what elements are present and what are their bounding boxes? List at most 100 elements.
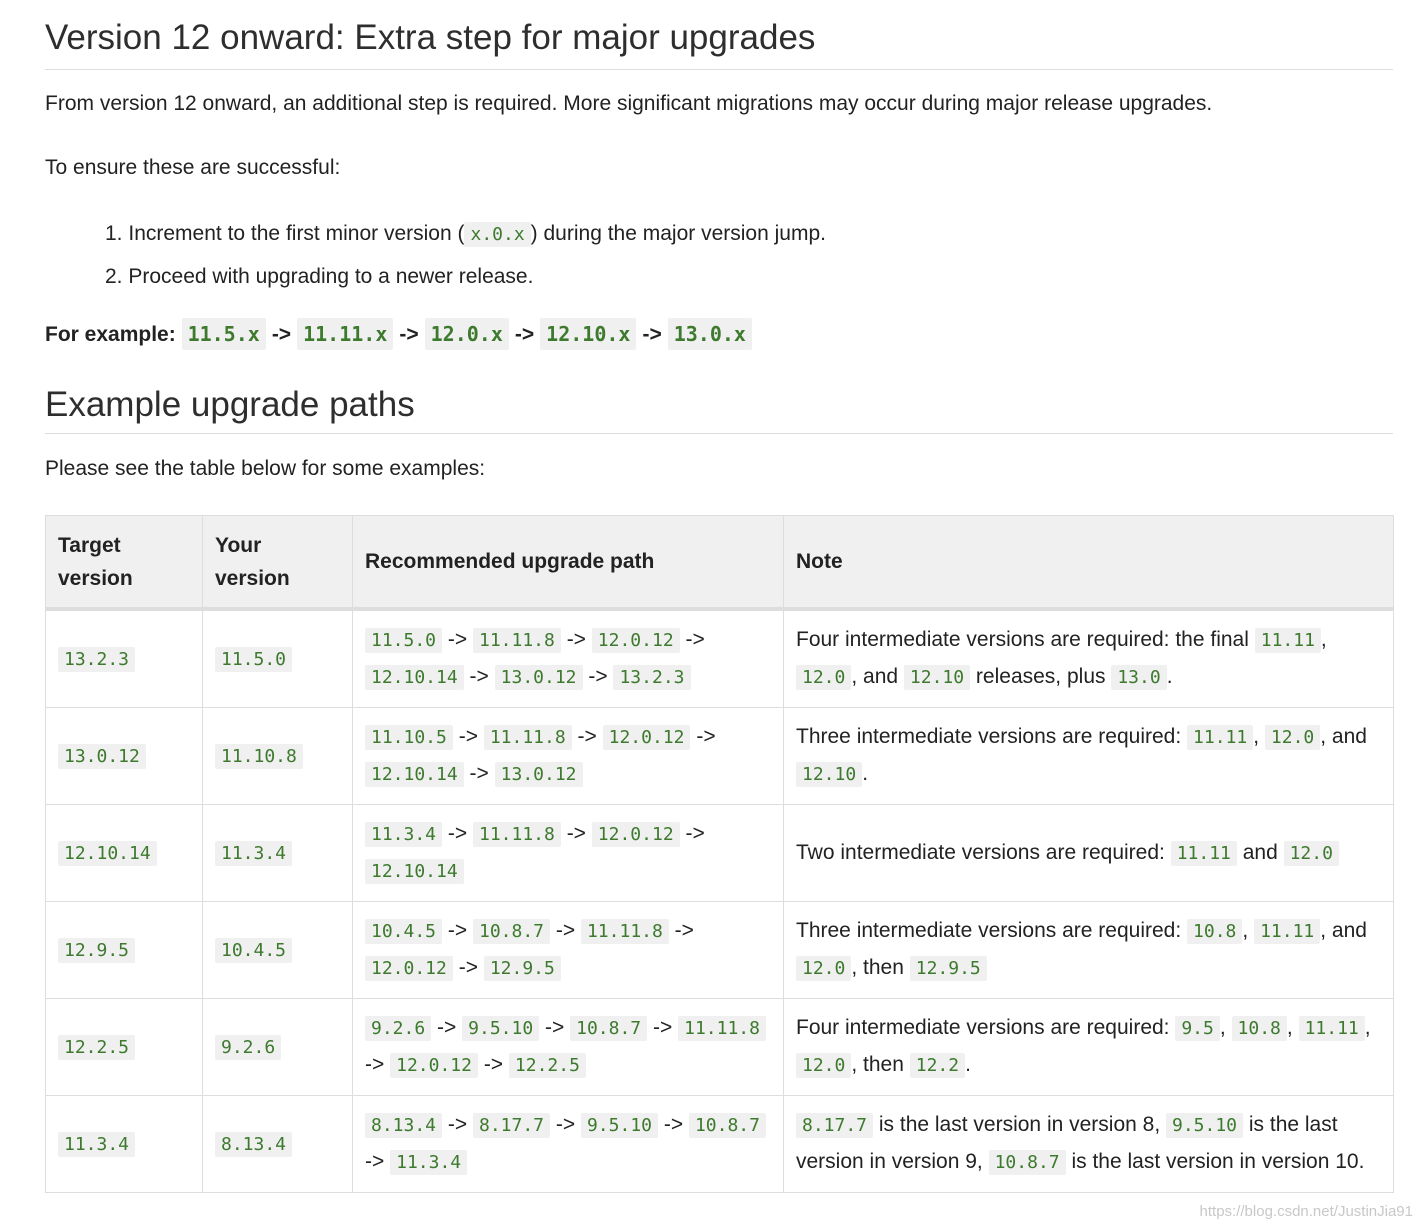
table-row: 12.9.5 10.4.5 10.4.5 -> 10.8.7 -> 11.11.8 … — [45, 901, 1394, 999]
version-code: 12.0.x — [424, 318, 509, 350]
upgrade-paths-table: Target version Your version Recommended … — [45, 515, 1394, 1193]
note-text: releases, plus — [970, 665, 1112, 688]
version-code: 13.2.3 — [613, 665, 691, 690]
cell-upgrade-path: 10.4.5 -> 10.8.7 -> 11.11.8 -> 12.0.12 -… — [352, 901, 784, 999]
arrow-separator: -> — [399, 323, 419, 346]
arrow-separator: -> — [514, 323, 535, 346]
document: Version 12 onward: Extra step for major … — [45, 0, 1394, 1193]
version-code: 11.3.4 — [58, 1131, 136, 1157]
version-code: 12.2 — [909, 1053, 966, 1078]
version-code: 9.2.6 — [215, 1034, 282, 1060]
version-code: 9.5.10 — [1166, 1113, 1244, 1138]
example-version-chain: 11.5.x -> 11.11.x -> 12.0.x -> 12.10.x -> 13.0.x — [181, 318, 752, 350]
cell-upgrade-path: 11.5.0 -> 11.11.8 -> 12.0.12 -> 12.10.14… — [352, 608, 784, 708]
arrow-separator: -> — [447, 822, 468, 845]
arrow-separator: -> — [696, 725, 716, 748]
arrow-separator: -> — [555, 1113, 576, 1136]
note-text: . — [965, 1053, 971, 1076]
version-code: 13.0.x — [667, 318, 752, 350]
note-text: . — [1166, 665, 1173, 688]
cell-your-version: 11.3.4 — [202, 804, 353, 902]
note-text: Three intermediate versions are required… — [796, 919, 1188, 942]
cell-target-version: 13.2.3 — [45, 608, 203, 708]
step-text: Proceed with upgrading to a newer releas… — [128, 265, 534, 288]
note-text: is the last version in version 8, — [873, 1113, 1166, 1136]
header-note: Note — [783, 515, 1394, 611]
arrow-separator: -> — [577, 725, 597, 748]
version-code: 8.13.4 — [365, 1113, 443, 1138]
arrow-separator: -> — [653, 1016, 673, 1039]
cell-upgrade-path: 11.3.4 -> 11.11.8 -> 12.0.12 -> 12.10.14 — [352, 804, 784, 902]
version-code: 13.0.12 — [494, 762, 583, 787]
version-code: 12.0 — [1283, 840, 1339, 866]
version-code: 13.2.3 — [58, 646, 136, 672]
table-row: 12.2.5 9.2.6 9.2.6 -> 9.5.10 -> 10.8.7 -> … — [45, 998, 1394, 1096]
version-code: 11.3.4 — [215, 840, 293, 866]
watermark: https://blog.csdn.net/JustinJia91 — [1199, 1203, 1413, 1220]
note-text: , — [1320, 628, 1327, 651]
cell-target-version: 12.9.5 — [45, 901, 203, 999]
note-text: and — [1236, 840, 1284, 864]
steps-list: 1. Increment to the first minor version … — [45, 219, 1393, 292]
section-heading-example-paths: Example upgrade paths — [45, 383, 1393, 434]
version-code: 8.13.4 — [215, 1131, 293, 1157]
section-heading-version-12: Version 12 onward: Extra step for major … — [45, 0, 1393, 70]
table-row: 13.0.12 11.10.8 11.10.5 -> 11.11.8 -> 12.0… — [45, 707, 1394, 805]
header-upgrade-path: Recommended upgrade path — [352, 515, 784, 611]
note-text: , — [1242, 919, 1255, 942]
cell-note: Three intermediate versions are required… — [783, 901, 1394, 999]
version-code: 11.11 — [1187, 725, 1254, 750]
arrow-separator: -> — [685, 628, 705, 651]
version-code: 11.10.8 — [215, 743, 303, 769]
arrow-separator: -> — [588, 665, 608, 688]
version-code: 10.8.7 — [472, 919, 551, 944]
cell-your-version: 11.5.0 — [202, 608, 353, 708]
version-code: 11.3.4 — [390, 1150, 468, 1175]
version-code: 12.0 — [796, 956, 852, 981]
cell-upgrade-path: 11.10.5 -> 11.11.8 -> 12.0.12 -> 12.10.1… — [352, 707, 784, 805]
version-code: 9.5 — [1175, 1016, 1220, 1041]
version-code: 12.0 — [796, 1053, 852, 1078]
cell-target-version: 12.10.14 — [45, 804, 203, 902]
arrow-separator: -> — [674, 919, 694, 942]
version-code: 11.11 — [1254, 628, 1321, 653]
version-code: 11.11.x — [297, 318, 394, 350]
version-code: 12.10 — [796, 762, 863, 787]
arrow-separator: -> — [469, 665, 489, 688]
cell-target-version: 12.2.5 — [45, 998, 203, 1096]
arrow-separator: -> — [566, 628, 586, 651]
step-text: Increment to the first minor version ( — [128, 222, 465, 245]
cell-upgrade-path: 8.13.4 -> 8.17.7 -> 9.5.10 -> 10.8.7 -> … — [352, 1095, 784, 1193]
arrow-separator: -> — [365, 1053, 385, 1076]
arrow-separator: -> — [447, 919, 468, 942]
version-code: 11.3.4 — [365, 822, 443, 847]
arrow-separator: -> — [447, 628, 468, 651]
version-code: 12.10.14 — [58, 840, 157, 866]
arrow-separator: -> — [545, 1016, 565, 1039]
arrow-separator: -> — [469, 762, 489, 785]
note-text: , — [1219, 1016, 1232, 1039]
note-text: , and — [1320, 919, 1367, 942]
version-code: 12.0.12 — [602, 725, 691, 750]
cell-your-version: 8.13.4 — [202, 1095, 353, 1193]
note-text: , then — [851, 956, 910, 979]
note-text: , then — [851, 1053, 910, 1076]
version-code: 10.4.5 — [215, 937, 293, 963]
table-intro-paragraph: Please see the table below for some exam… — [45, 457, 486, 480]
ensure-paragraph: To ensure these are successful: — [45, 156, 341, 179]
note-text: , — [1253, 725, 1265, 748]
version-code: 12.2.5 — [508, 1053, 586, 1078]
version-code: 12.0 — [1264, 725, 1321, 750]
version-code: 12.9.5 — [58, 937, 136, 963]
table-header-row: Target version Your version Recommended … — [45, 515, 1394, 611]
version-code: 9.5.10 — [580, 1113, 658, 1138]
version-code: 11.11.8 — [472, 628, 561, 653]
note-text: Two intermediate versions are required: — [796, 840, 1171, 864]
version-code: 13.0 — [1111, 665, 1167, 690]
cell-your-version: 9.2.6 — [202, 998, 353, 1096]
step-text: ) during the major version jump. — [530, 222, 826, 245]
version-code: 12.9.5 — [483, 956, 561, 981]
version-code: 13.0.12 — [58, 743, 146, 769]
arrow-separator: -> — [447, 1113, 468, 1136]
example-line: For example: 11.5.x -> 11.11.x -> 12.0.x -> 12… — [45, 316, 1393, 353]
